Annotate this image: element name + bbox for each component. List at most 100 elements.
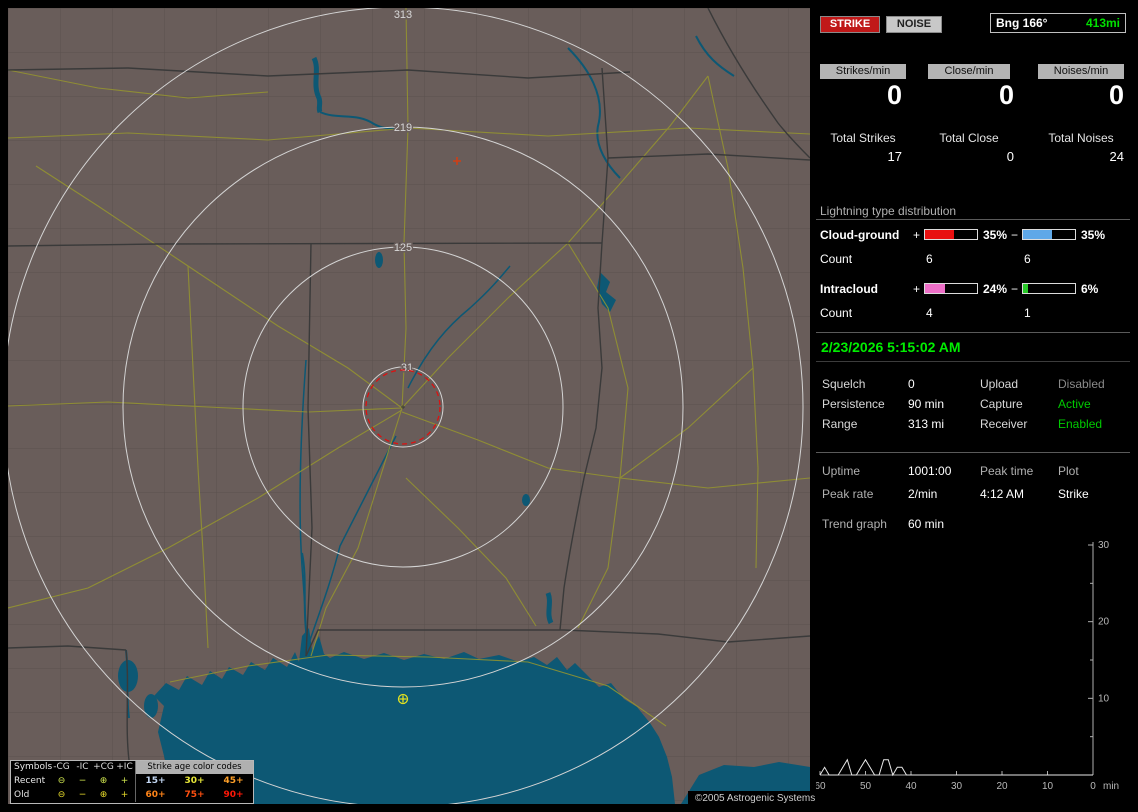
svg-text:10: 10 <box>1042 781 1054 792</box>
status-panel: STRIKE NOISE Bng 166° 413mi Strikes/min … <box>816 8 1130 804</box>
receiver-status: Enabled <box>1058 417 1103 431</box>
ic-minus-pct: 6% <box>1081 282 1099 296</box>
capture-status: Active <box>1058 397 1091 411</box>
divider <box>816 219 1130 220</box>
cg-minus-count: 6 <box>1024 252 1031 266</box>
intracloud-label: Intracloud <box>820 282 879 296</box>
legend-col-pos-cg: +CG <box>93 762 114 772</box>
age-badge: 45+ <box>223 776 244 786</box>
trend-graph-window: 60 min <box>908 517 945 531</box>
count-label: Count <box>820 252 853 266</box>
total-close-label: Total Close <box>939 131 999 145</box>
peak-time-value: 4:12 AM <box>980 487 1025 501</box>
strikes-per-min-chip: Strikes/min <box>820 64 906 79</box>
upload-label: Upload <box>980 377 1019 391</box>
svg-text:min: min <box>1103 781 1119 792</box>
copyright-text: ©2005 Astrogenic Systems <box>688 791 823 806</box>
svg-text:40: 40 <box>905 781 917 792</box>
legend-row-old: Old ⊖ − ⊕ + 60+ 75+ 90+ <box>11 788 253 802</box>
capture-label: Capture <box>980 397 1023 411</box>
noises-per-min-chip: Noises/min <box>1038 64 1124 79</box>
strike-mode-button[interactable]: STRIKE <box>820 16 880 33</box>
plus-icon: + <box>120 790 129 800</box>
cg-minus-bar <box>1022 229 1076 240</box>
legend-symbols-title: Symbols <box>14 762 53 772</box>
ic-plus-pct: 24% <box>983 282 1008 296</box>
bearing-value: Bng 166° <box>996 16 1048 30</box>
ic-plus-bar <box>924 283 978 294</box>
squelch-label: Squelch <box>822 377 866 391</box>
cg-plus-count: 6 <box>926 252 933 266</box>
ic-minus-count: 1 <box>1024 306 1031 320</box>
ring-label-125: 125 <box>394 242 412 254</box>
cg-minus-pct: 35% <box>1081 228 1106 242</box>
old-positive-cg-strike-icon <box>397 693 409 705</box>
noises-per-min-value: 0 <box>1108 80 1124 110</box>
svg-text:0: 0 <box>1090 781 1096 792</box>
uptime-label: Uptime <box>822 464 861 478</box>
ic-plus-count: 4 <box>926 306 933 320</box>
cg-plus-bar <box>924 229 978 240</box>
svg-text:10: 10 <box>1098 693 1110 704</box>
plot-label: Plot <box>1058 464 1079 478</box>
map-legend: Symbols -CG -IC +CG +IC Strike age color… <box>10 760 254 804</box>
minus-sign: − <box>1011 282 1019 296</box>
age-badge: 15+ <box>145 776 166 786</box>
svg-text:50: 50 <box>860 781 872 792</box>
ring-label-313: 313 <box>394 9 412 21</box>
age-badge: 30+ <box>184 776 205 786</box>
plus-icon: + <box>120 776 129 786</box>
circle-plus-icon: ⊕ <box>99 790 108 800</box>
circle-minus-icon: ⊖ <box>57 776 66 786</box>
legend-row-recent: Recent ⊖ − ⊕ + 15+ 30+ 45+ <box>11 774 253 788</box>
squelch-value: 0 <box>908 377 915 391</box>
upload-status: Disabled <box>1058 377 1105 391</box>
svg-text:20: 20 <box>1098 617 1110 628</box>
persistence-value: 90 min <box>908 397 945 411</box>
cloud-ground-label: Cloud-ground <box>820 228 900 242</box>
lightning-map[interactable]: 313 219 125 31 Symbols -CG -IC +CG +IC S… <box>8 8 810 804</box>
ring-label-31: 31 <box>401 362 413 374</box>
noise-mode-button[interactable]: NOISE <box>886 16 942 33</box>
divider <box>816 452 1130 453</box>
peak-rate-value: 2/min <box>908 487 938 501</box>
divider <box>816 361 1130 362</box>
bearing-display: Bng 166° 413mi <box>990 13 1126 33</box>
age-badge: 75+ <box>184 790 205 800</box>
strikes-per-min-value: 0 <box>886 80 902 110</box>
legend-age-title: Strike age color codes <box>135 761 253 774</box>
range-label: Range <box>822 417 858 431</box>
trend-graph-label: Trend graph <box>822 517 887 531</box>
map-svg: 313 219 125 31 <box>8 8 810 804</box>
persistence-label: Persistence <box>822 397 885 411</box>
ring-label-219: 219 <box>394 122 412 134</box>
close-per-min-chip: Close/min <box>928 64 1010 79</box>
minus-sign: − <box>1011 228 1019 242</box>
range-value: 313 mi <box>908 417 945 431</box>
legend-col-pos-ic: +IC <box>116 762 133 772</box>
total-noises-label: Total Noises <box>1048 131 1114 145</box>
total-close-value: 0 <box>1006 149 1014 164</box>
peak-time-label: Peak time <box>980 464 1034 478</box>
receiver-label: Receiver <box>980 417 1028 431</box>
plus-sign: + <box>913 228 921 242</box>
minus-icon: − <box>78 776 87 786</box>
ic-minus-bar <box>1022 283 1076 294</box>
count-label: Count <box>820 306 853 320</box>
cg-plus-pct: 35% <box>983 228 1008 242</box>
svg-text:30: 30 <box>951 781 963 792</box>
total-strikes-label: Total Strikes <box>830 131 896 145</box>
circle-minus-icon: ⊖ <box>57 790 66 800</box>
datetime-display: 2/23/2026 5:15:02 AM <box>821 339 961 355</box>
bearing-range-value: 413mi <box>1085 16 1120 30</box>
total-noises-value: 24 <box>1109 149 1124 164</box>
distribution-title: Lightning type distribution <box>820 204 957 218</box>
svg-text:20: 20 <box>996 781 1008 792</box>
age-badge: 90+ <box>223 790 244 800</box>
plot-mode-value: Strike <box>1058 487 1089 501</box>
divider <box>816 332 1130 333</box>
close-per-min-value: 0 <box>998 80 1014 110</box>
legend-col-neg-cg: -CG <box>53 762 70 772</box>
total-strikes-value: 17 <box>887 149 902 164</box>
age-badge: 60+ <box>145 790 166 800</box>
